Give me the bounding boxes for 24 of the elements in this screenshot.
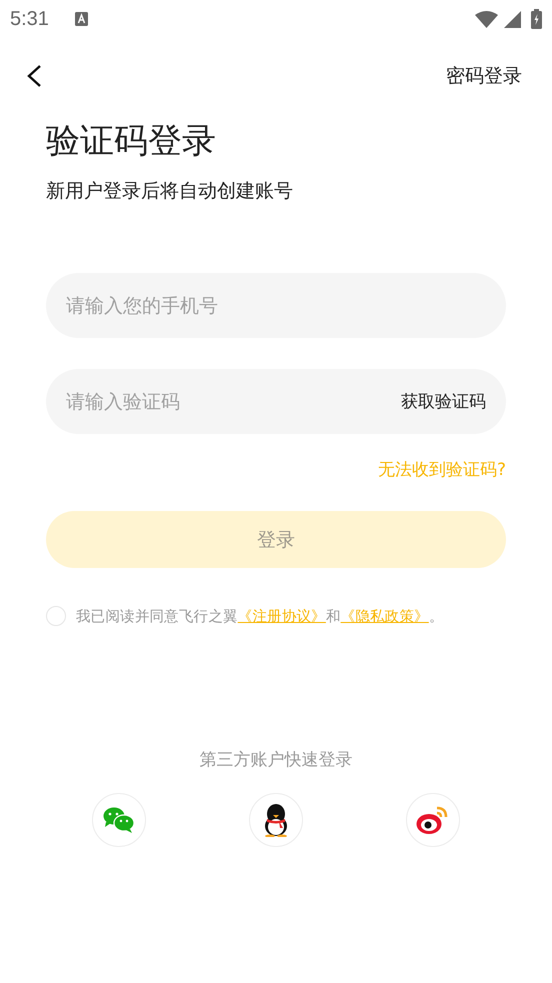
code-field[interactable]: 请输入验证码 获取验证码 [46, 369, 506, 434]
eye-logo-icon [416, 805, 450, 835]
penguin-icon [262, 803, 290, 837]
register-agreement-link[interactable]: 《注册协议》 [238, 608, 326, 624]
phone-field[interactable]: 请输入您的手机号 [46, 273, 506, 338]
agreement-text: 我已阅读并同意飞行之翼《注册协议》和《隐私政策》。 [76, 608, 444, 626]
third-party-title: 第三方账户快速登录 [200, 749, 352, 771]
battery-icon [531, 9, 542, 29]
password-login-link[interactable]: 密码登录 [446, 63, 522, 89]
signal-icon [504, 10, 521, 28]
chat-bubbles-button[interactable] [92, 793, 146, 847]
wifi-icon [475, 10, 498, 28]
penguin-button[interactable] [249, 793, 303, 847]
agreement-checkbox[interactable] [46, 606, 66, 626]
page-subtitle: 新用户登录后将自动创建账号 [46, 179, 294, 204]
privacy-policy-link[interactable]: 《隐私政策》 [340, 608, 429, 624]
get-code-button[interactable]: 获取验证码 [401, 390, 486, 413]
status-time: 5:31 [10, 8, 49, 30]
eye-logo-button[interactable] [406, 793, 460, 847]
chat-bubbles-icon [103, 807, 135, 833]
help-link[interactable]: 无法收到验证码? [378, 458, 506, 481]
page-title: 验证码登录 [46, 120, 217, 163]
back-icon[interactable] [26, 64, 42, 88]
keyboard-icon [74, 12, 88, 26]
